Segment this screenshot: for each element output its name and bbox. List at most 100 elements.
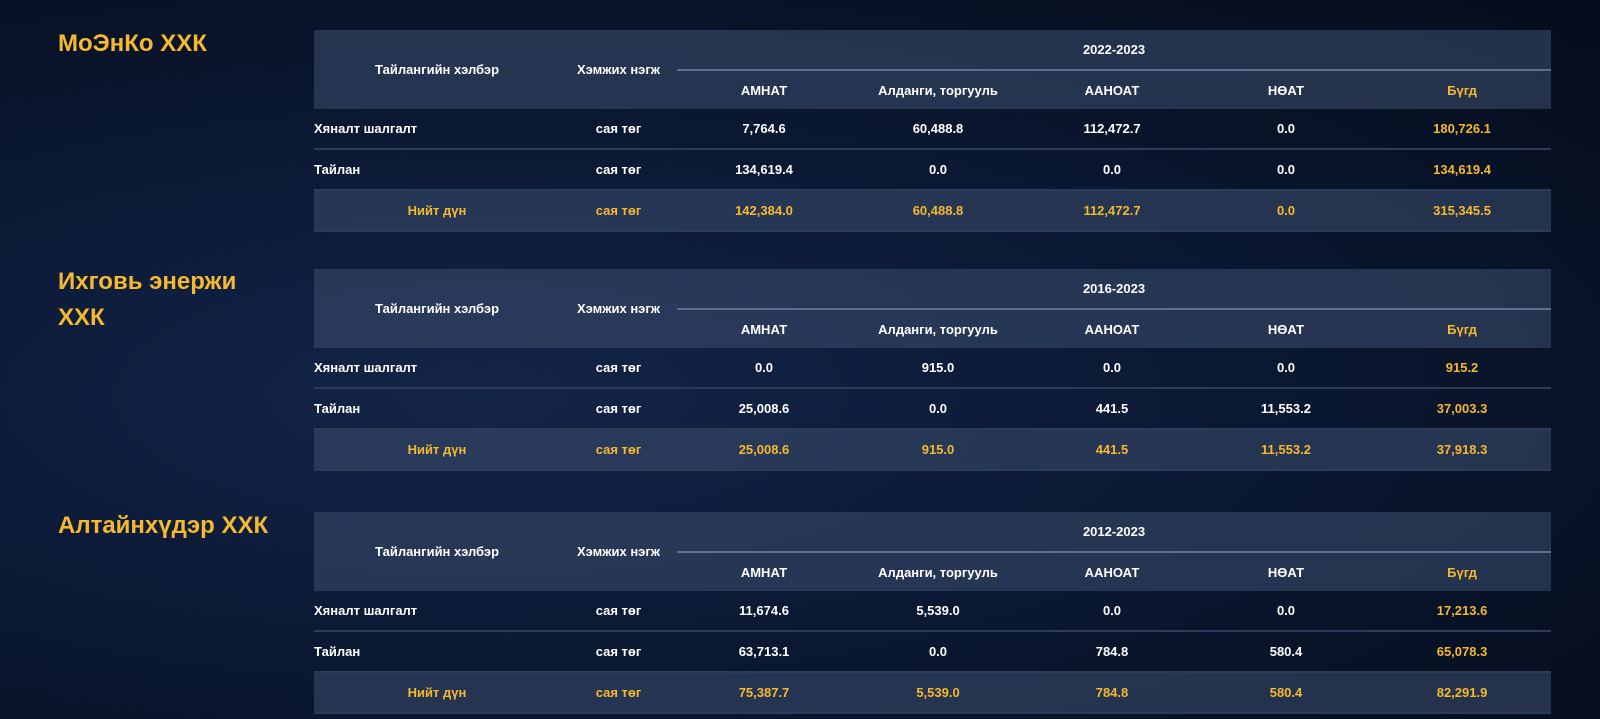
value-cell: 112,472.7	[1083, 121, 1141, 136]
header-report-type: Тайлангийн хэлбэр	[314, 512, 560, 591]
header-unit: Хэмжих нэгж	[560, 269, 677, 348]
value-cell: 0.0	[928, 644, 948, 659]
total-value-cell: 142,384.0	[677, 190, 851, 231]
total-row: Нийт дүн сая төг 142,384.0 60,488.8 112,472.…	[314, 190, 1552, 231]
total-value-cell: 0.0	[1199, 190, 1373, 231]
value-cell: 37,003.3	[1436, 401, 1488, 416]
header-report-type: Тайлангийн хэлбэр	[314, 30, 560, 109]
table-row: Тайлан сая төг 134,619.4 0.0 0.0 0.0 134,619.4	[314, 149, 1552, 190]
value-cell: 180,726.1	[1433, 121, 1491, 136]
total-label: Нийт дүн	[314, 672, 560, 713]
total-label: Нийт дүн	[314, 190, 560, 231]
column-header: ААНОАТ	[1025, 309, 1199, 348]
value-cell: 60,488.8	[912, 121, 964, 136]
company-name: МоЭнКо ХХК	[58, 30, 207, 57]
column-header: АМНАТ	[677, 309, 851, 348]
row-unit: сая төг	[595, 121, 642, 136]
column-header: ААНОАТ	[1025, 70, 1199, 109]
value-cell: 7,764.6	[742, 121, 786, 136]
total-value-cell: 25,008.6	[677, 429, 851, 470]
total-label: Нийт дүн	[314, 429, 560, 470]
value-cell: 915.2	[1445, 360, 1479, 375]
value-cell: 17,213.6	[1436, 603, 1488, 618]
table-row: Тайлан сая төг 25,008.6 0.0 441.5 11,553.2 37,…	[314, 388, 1552, 429]
column-header: АМНАТ	[677, 552, 851, 591]
value-cell: 784.8	[1095, 644, 1129, 659]
row-label: Хяналт шалгалт	[314, 121, 418, 136]
value-cell: 5,539.0	[916, 603, 960, 618]
value-cell: 134,619.4	[1433, 162, 1491, 177]
table-row: Хяналт шалгалт сая төг 11,674.6 5,539.0 0.0 0…	[314, 591, 1552, 631]
header-unit: Хэмжих нэгж	[560, 512, 677, 591]
row-label: Тайлан	[314, 401, 361, 416]
total-unit: сая төг	[560, 190, 677, 231]
column-header: Алданги, торгууль	[851, 552, 1025, 591]
tax-table: Тайлангийн хэлбэр Хэмжих нэгж 2022-2023 АМН…	[314, 30, 1552, 232]
row-unit: сая төг	[595, 603, 642, 618]
value-cell: 0.0	[1102, 603, 1122, 618]
row-label: Хяналт шалгалт	[314, 603, 418, 618]
value-cell: 65,078.3	[1436, 644, 1488, 659]
total-row: Нийт дүн сая төг 75,387.7 5,539.0 784.8 580.4…	[314, 672, 1552, 713]
tax-table: Тайлангийн хэлбэр Хэмжих нэгж 2016-2023 АМН…	[314, 269, 1552, 471]
row-label: Хяналт шалгалт	[314, 360, 418, 375]
value-cell: 63,713.1	[738, 644, 790, 659]
total-value-cell: 5,539.0	[851, 672, 1025, 713]
company-name: Ихговь энержи ХХК	[58, 268, 237, 331]
row-unit: сая төг	[595, 401, 642, 416]
column-header: Бүгд	[1373, 309, 1552, 348]
value-cell: 915.0	[921, 360, 955, 375]
total-value-cell: 915.0	[851, 429, 1025, 470]
header-report-type: Тайлангийн хэлбэр	[314, 269, 560, 348]
value-cell: 0.0	[928, 401, 948, 416]
value-cell: 0.0	[1102, 360, 1122, 375]
total-value-cell: 75,387.7	[677, 672, 851, 713]
header-period: 2022-2023	[677, 30, 1552, 71]
total-value-cell: 315,345.5	[1373, 190, 1552, 231]
value-cell: 0.0	[1276, 162, 1296, 177]
row-unit: сая төг	[595, 360, 642, 375]
row-unit: сая төг	[595, 162, 642, 177]
value-cell: 0.0	[1276, 603, 1296, 618]
value-cell: 25,008.6	[738, 401, 790, 416]
column-header: ААНОАТ	[1025, 552, 1199, 591]
total-value-cell: 37,918.3	[1373, 429, 1552, 470]
header-period: 2016-2023	[677, 269, 1552, 310]
value-cell: 0.0	[1276, 360, 1296, 375]
total-value-cell: 784.8	[1025, 672, 1199, 713]
value-cell: 11,553.2	[1261, 401, 1311, 416]
row-label: Тайлан	[314, 644, 361, 659]
total-value-cell: 112,472.7	[1025, 190, 1199, 231]
column-header: Бүгд	[1373, 552, 1552, 591]
table-row: Хяналт шалгалт сая төг 0.0 915.0 0.0 0.0 915.2	[314, 348, 1552, 388]
value-cell: 11,674.6	[739, 603, 789, 618]
table-row: Хяналт шалгалт сая төг 7,764.6 60,488.8 112,…	[314, 109, 1552, 149]
total-value-cell: 580.4	[1199, 672, 1373, 713]
value-cell: 580.4	[1269, 644, 1303, 659]
column-header: НӨАТ	[1199, 309, 1373, 348]
column-header: АМНАТ	[677, 70, 851, 109]
row-label: Тайлан	[314, 162, 361, 177]
value-cell: 0.0	[1276, 121, 1296, 136]
header-period: 2012-2023	[677, 512, 1552, 553]
total-value-cell: 60,488.8	[851, 190, 1025, 231]
total-value-cell: 11,553.2	[1199, 429, 1373, 470]
column-header: Бүгд	[1373, 70, 1552, 109]
total-value-cell: 82,291.9	[1373, 672, 1552, 713]
total-unit: сая төг	[560, 672, 677, 713]
value-cell: 0.0	[928, 162, 948, 177]
table-row: Тайлан сая төг 63,713.1 0.0 784.8 580.4 65,078…	[314, 631, 1552, 672]
row-unit: сая төг	[595, 644, 642, 659]
column-header: НӨАТ	[1199, 70, 1373, 109]
value-cell: 441.5	[1095, 401, 1129, 416]
column-header: Алданги, торгууль	[851, 70, 1025, 109]
total-unit: сая төг	[560, 429, 677, 470]
company-name: Алтайнхүдэр ХХК	[58, 512, 269, 539]
value-cell: 0.0	[754, 360, 774, 375]
header-unit: Хэмжих нэгж	[560, 30, 677, 109]
column-header: НӨАТ	[1199, 552, 1373, 591]
column-header: Алданги, торгууль	[851, 309, 1025, 348]
value-cell: 0.0	[1102, 162, 1122, 177]
value-cell: 134,619.4	[735, 162, 793, 177]
total-row: Нийт дүн сая төг 25,008.6 915.0 441.5 11,553.…	[314, 429, 1552, 470]
